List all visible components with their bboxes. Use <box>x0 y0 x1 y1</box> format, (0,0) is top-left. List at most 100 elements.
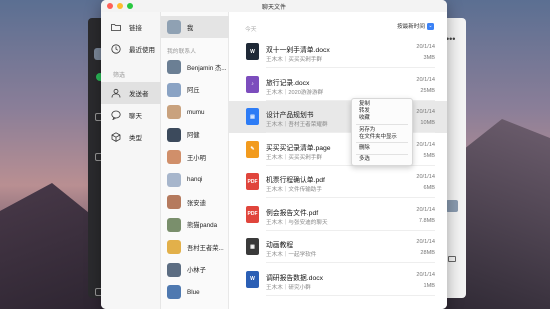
clock-icon <box>111 44 121 54</box>
file-date: 20/1/14 <box>416 206 435 213</box>
contact-name: hanqi <box>187 176 203 183</box>
avatar <box>167 172 181 187</box>
files-header: 今天 按最新时间 ⌄ <box>229 12 447 33</box>
file-row[interactable]: ▤ 设计产品规划书 王木木｜吾村王者荣耀群 20/1/14 10MB <box>229 101 447 133</box>
file-date: 20/1/14 <box>416 141 435 148</box>
file-date: 20/1/14 <box>416 271 435 278</box>
sidebar-item-label: 链接 <box>129 25 142 32</box>
contact-item-me[interactable]: 我 <box>161 16 229 38</box>
file-name: 设计产品规划书 <box>266 112 314 119</box>
file-row[interactable]: PDF 机票行程确认单.pdf 王木木｜文件传输助手 20/1/14 6MB <box>229 166 447 198</box>
contact-item[interactable]: 熊猫panda <box>161 214 229 236</box>
minimize-window-button[interactable] <box>117 3 123 9</box>
contact-item[interactable]: Blue <box>161 281 229 303</box>
file-sender: 王木木｜一起学软件 <box>266 252 317 258</box>
word-icon: W <box>246 270 259 288</box>
avatar <box>167 262 181 277</box>
avatar <box>167 105 181 119</box>
menu-item-multi-select[interactable]: 多选 <box>352 156 412 163</box>
file-row[interactable]: W 调研报告数据.docx 王木木｜研究小群 20/1/14 1MB <box>229 264 447 296</box>
contact-item[interactable]: 吾村王者荣... <box>161 236 229 258</box>
avatar <box>167 60 181 74</box>
contact-name: 王小明 <box>187 154 206 162</box>
avatar <box>167 127 181 142</box>
file-size: 6MB <box>423 185 435 191</box>
menu-item-favorite[interactable]: 收藏 <box>352 115 412 122</box>
file-context-menu: 复制 转发 收藏 另存为 在文件夹中显示 删除 多选 <box>351 98 413 166</box>
file-row[interactable]: PDF 例会报告文件.pdf 王木木｜与张安迪的聊天 20/1/14 7.8MB <box>229 199 447 231</box>
contact-name: mumu <box>187 108 205 116</box>
cube-icon <box>111 132 121 142</box>
avatar <box>167 240 181 254</box>
audio-icon: ♪ <box>246 75 259 93</box>
date-group-label: 今天 <box>245 27 257 33</box>
word-icon: W <box>246 43 259 60</box>
video-call-icon <box>448 256 456 262</box>
file-sender: 王木木｜买买买剁手群 <box>266 154 322 161</box>
contact-name: 阿健 <box>187 132 200 139</box>
sidebar-item-recent[interactable]: 最近使用 <box>101 38 161 60</box>
contacts-list: 我 我的联系人 Benjamin 杰... 阿丘 mumu 阿健 王小明 hanqi 张安迪… <box>161 12 229 309</box>
contact-name: 吾村王者荣... <box>187 244 224 252</box>
file-name: 旅行记录.docx <box>266 79 310 87</box>
files-panel: 今天 按最新时间 ⌄ W 双十一剁手清单.docx 王木木｜买买买剁手群 20/1/1… <box>229 12 447 309</box>
contact-name: 熊猫panda <box>187 222 218 229</box>
contact-item[interactable]: 阿丘 <box>161 79 229 101</box>
filter-item-sender[interactable]: 发送者 <box>101 82 161 104</box>
file-row[interactable]: ♪ 旅行记录.docx 王木木｜2020游游游群 20/1/14 25MB <box>229 69 447 101</box>
menu-item-show-in-folder[interactable]: 在文件夹中显示 <box>352 134 412 141</box>
filter-item-type[interactable]: 类型 <box>101 126 161 148</box>
file-date: 20/1/14 <box>416 174 435 180</box>
contact-item[interactable]: Benjamin 杰... <box>161 56 229 78</box>
file-name: 动画教程 <box>266 242 294 249</box>
filter-section-title: 筛选 <box>113 73 126 79</box>
contact-item[interactable]: mumu <box>161 101 229 123</box>
file-size: 5MB <box>423 152 435 159</box>
filter-item-chat[interactable]: 聊天 <box>101 104 161 126</box>
file-sender: 王木木｜买买买剁手群 <box>266 57 322 63</box>
maximize-window-button[interactable] <box>127 3 133 9</box>
file-name: 双十一剁手清单.docx <box>266 47 330 54</box>
contact-item[interactable]: 张安迪 <box>161 191 229 213</box>
menu-divider <box>356 124 408 126</box>
contact-item[interactable]: 小林子 <box>161 259 229 281</box>
window-title: 聊天文件 <box>261 4 286 11</box>
avatar <box>167 285 181 299</box>
avatar <box>167 20 181 34</box>
file-size: 7.8MB <box>418 217 435 224</box>
menu-item-delete[interactable]: 删除 <box>352 145 412 152</box>
sort-dropdown[interactable]: 按最新时间 ⌄ <box>397 22 434 30</box>
file-size: 1MB <box>423 282 435 289</box>
menu-item-save-as[interactable]: 另存为 <box>352 127 412 134</box>
contact-item[interactable]: hanqi <box>161 169 229 191</box>
file-date: 20/1/14 <box>416 76 435 83</box>
menu-divider <box>356 153 408 155</box>
file-row[interactable]: ▦ 动画教程王木木｜一起学软件 20/1/14 28MB <box>229 231 447 263</box>
file-row[interactable]: W 双十一剁手清单.docx 王木木｜买买买剁手群 20/1/14 3MB <box>229 36 447 68</box>
file-name: 调研报告数据.docx <box>266 274 324 282</box>
file-sender: 王木木｜文件传输助手 <box>266 187 322 193</box>
file-size: 25MB <box>420 87 435 94</box>
file-date: 20/1/14 <box>416 239 435 245</box>
chat-icon <box>111 110 121 120</box>
avatar <box>446 200 458 212</box>
video-icon: ▦ <box>246 238 259 255</box>
contact-name: 阿丘 <box>187 87 200 94</box>
sidebar-item-links[interactable]: 链接 <box>101 16 161 38</box>
sort-label: 按最新时间 <box>397 24 425 30</box>
file-size: 28MB <box>420 250 435 256</box>
contact-item[interactable]: 王小明 <box>161 146 229 168</box>
file-row[interactable]: ✎ 买买买记录清单.page 王木木｜买买买剁手群 20/1/14 5MB <box>229 134 447 166</box>
close-window-button[interactable] <box>107 3 113 9</box>
file-sender: 王木木｜研究小群 <box>266 284 311 291</box>
file-name: 买买买记录清单.page <box>266 144 331 152</box>
sidebar: 链接 最近使用 筛选 发送者 聊天 类型 <box>101 12 161 309</box>
doc-icon: ▤ <box>246 108 259 125</box>
chevron-down-icon: ⌄ <box>426 22 434 30</box>
window-controls <box>107 3 133 9</box>
avatar <box>167 217 181 232</box>
file-sender: 王木木｜与张安迪的聊天 <box>266 219 328 226</box>
contact-name: 小林子 <box>187 267 206 274</box>
folder-icon <box>111 22 121 32</box>
contact-item[interactable]: 阿健 <box>161 124 229 146</box>
